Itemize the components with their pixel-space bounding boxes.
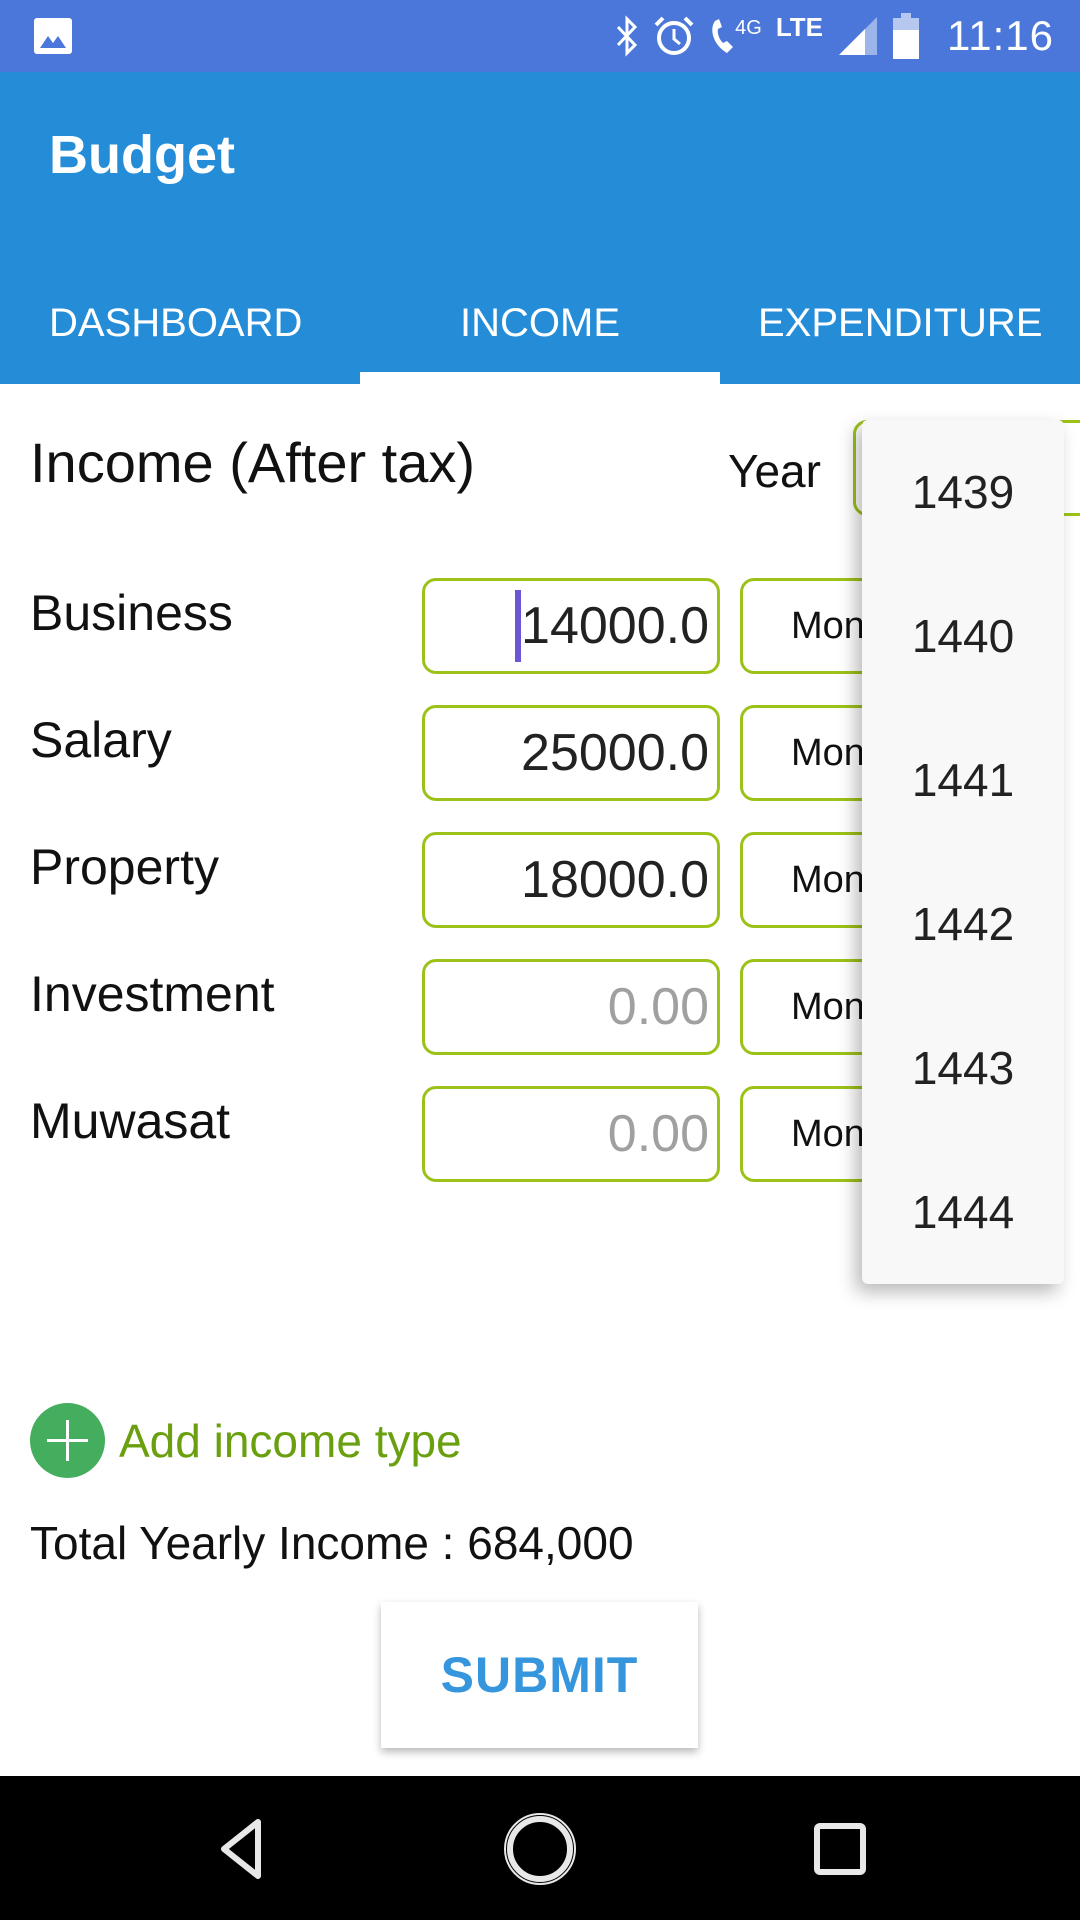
year-label: Year [728, 445, 821, 497]
tab-dashboard[interactable]: DASHBOARD [0, 262, 360, 384]
tab-bar: DASHBOARD INCOME EXPENDITURE [0, 262, 1080, 384]
submit-button[interactable]: SUBMIT [381, 1602, 698, 1748]
add-income-type-button[interactable]: Add income type [30, 1403, 462, 1478]
call-network-label: 4G [735, 17, 762, 39]
muwasat-amount-input[interactable]: 0.00 [422, 1086, 720, 1182]
gallery-icon [34, 18, 72, 54]
home-icon[interactable] [495, 1804, 585, 1894]
business-amount-value: 14000.0 [521, 597, 709, 655]
year-option[interactable]: 1443 [862, 996, 1064, 1140]
business-amount-input[interactable]: 14000.0 [422, 578, 720, 674]
salary-amount-value: 25000.0 [521, 724, 709, 782]
property-amount-value: 18000.0 [521, 851, 709, 909]
clock: 11:16 [947, 12, 1054, 59]
income-label-investment: Investment [30, 966, 275, 1022]
investment-amount-placeholder: 0.00 [607, 978, 709, 1036]
year-option[interactable]: 1439 [862, 420, 1064, 564]
year-option[interactable]: 1444 [862, 1140, 1064, 1284]
property-amount-input[interactable]: 18000.0 [422, 832, 720, 928]
alarm-icon [654, 16, 694, 55]
bluetooth-icon [617, 15, 638, 57]
tab-income[interactable]: INCOME [360, 262, 720, 384]
year-option[interactable]: 1442 [862, 852, 1064, 996]
section-title: Income (After tax) [30, 431, 476, 494]
year-dropdown-menu: 1439 1440 1441 1442 1443 1444 [862, 420, 1064, 1284]
active-tab-indicator [360, 372, 720, 384]
salary-amount-input[interactable]: 25000.0 [422, 705, 720, 801]
add-income-type-label: Add income type [119, 1414, 462, 1467]
app-bar: Budget DASHBOARD INCOME EXPENDITURE [0, 72, 1080, 384]
recents-icon[interactable] [795, 1804, 885, 1894]
plus-circle-icon [30, 1403, 105, 1478]
income-label-muwasat: Muwasat [30, 1093, 231, 1149]
app-title: Budget [49, 125, 235, 185]
income-label-business: Business [30, 585, 233, 641]
investment-amount-input[interactable]: 0.00 [422, 959, 720, 1055]
lte-icon: LTE [775, 11, 823, 42]
status-bar: 4G LTE 11:16 [0, 0, 1080, 72]
signal-icon [839, 17, 877, 55]
year-option[interactable]: 1440 [862, 564, 1064, 708]
battery-icon [893, 13, 919, 59]
back-icon[interactable] [196, 1804, 286, 1894]
income-label-property: Property [30, 839, 219, 895]
income-label-salary: Salary [30, 712, 172, 768]
wifi-call-icon: 4G [709, 15, 762, 57]
tab-expenditure[interactable]: EXPENDITURE [720, 262, 1080, 384]
year-option[interactable]: 1441 [862, 708, 1064, 852]
muwasat-amount-placeholder: 0.00 [607, 1105, 709, 1163]
total-yearly-income: Total Yearly Income : 684,000 [30, 1517, 634, 1569]
navigation-bar [0, 1776, 1080, 1920]
